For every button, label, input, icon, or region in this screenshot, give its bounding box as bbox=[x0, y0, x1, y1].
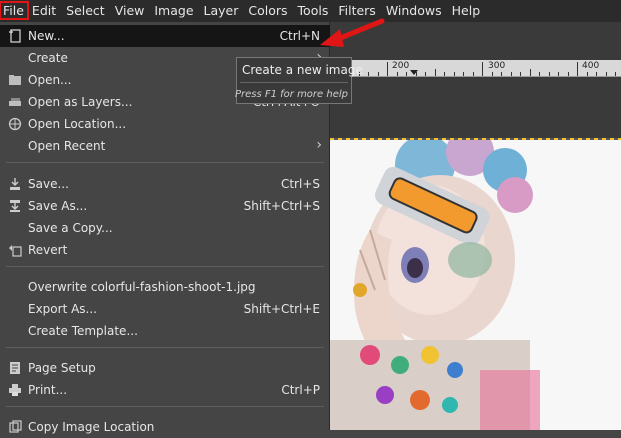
ruler-tick bbox=[444, 72, 445, 76]
ruler-tick bbox=[501, 72, 502, 76]
save-icon bbox=[8, 177, 22, 191]
save-as-icon bbox=[8, 199, 22, 213]
menu-colors[interactable]: Colors bbox=[243, 0, 292, 22]
menu-item-shortcut: Ctrl+S bbox=[280, 177, 320, 191]
menu-view[interactable]: View bbox=[110, 0, 150, 22]
ruler-tick bbox=[453, 72, 455, 76]
menu-item-label: Create bbox=[28, 51, 68, 65]
ruler-tick bbox=[586, 72, 588, 76]
menu-item-label: Page Setup bbox=[28, 361, 96, 375]
ruler-label: 400 bbox=[582, 61, 600, 71]
menu-select[interactable]: Select bbox=[61, 0, 110, 22]
ruler-tick bbox=[510, 72, 512, 76]
menu-item-copy-image-location[interactable]: Copy Image Location bbox=[0, 416, 330, 438]
menu-item-label: Open Recent bbox=[28, 139, 106, 153]
open-layers-icon bbox=[8, 95, 22, 109]
menu-layer[interactable]: Layer bbox=[199, 0, 244, 22]
menu-item-label: Revert bbox=[28, 243, 68, 257]
menu-item-open-recent[interactable]: Open Recent › bbox=[0, 135, 330, 157]
page-setup-icon bbox=[8, 361, 22, 375]
annotation-arrow-icon bbox=[320, 18, 385, 47]
ruler-label: 200 bbox=[392, 61, 410, 71]
revert-icon bbox=[8, 243, 22, 257]
menu-item-label: Save As... bbox=[28, 199, 88, 213]
horizontal-ruler[interactable]: 200 300 400 bbox=[330, 60, 621, 77]
new-image-icon bbox=[8, 29, 22, 43]
menu-item-shortcut: Ctrl+P bbox=[281, 383, 320, 397]
menu-item-label: Save a Copy... bbox=[28, 221, 113, 235]
ruler-tick bbox=[472, 72, 474, 76]
tooltip: Create a new image Press F1 for more hel… bbox=[234, 57, 363, 104]
menu-item-label: Open as Layers... bbox=[28, 95, 133, 109]
ruler-tick bbox=[529, 69, 531, 76]
menu-item-label: Print... bbox=[28, 383, 68, 397]
menu-item-page-setup[interactable]: Page Setup bbox=[0, 357, 330, 379]
menu-item-shortcut: Shift+Ctrl+S bbox=[243, 199, 320, 213]
menu-separator bbox=[6, 347, 324, 348]
tooltip-title: Create a new image bbox=[242, 63, 363, 77]
menu-item-label: Export As... bbox=[28, 302, 97, 316]
menu-separator bbox=[6, 162, 324, 163]
ruler-tick bbox=[463, 72, 464, 76]
ruler-tick bbox=[539, 72, 540, 76]
ruler-tick bbox=[558, 72, 559, 76]
ruler-tick bbox=[520, 72, 521, 76]
tooltip-divider bbox=[240, 82, 348, 83]
chevron-right-icon: › bbox=[316, 137, 322, 153]
ruler-tick bbox=[491, 72, 493, 76]
menu-item-open-location[interactable]: Open Location... bbox=[0, 113, 330, 135]
ruler-tick bbox=[387, 62, 388, 76]
ruler-tick bbox=[368, 72, 369, 76]
menu-item-overwrite[interactable]: Overwrite colorful-fashion-shoot-1.jpg bbox=[0, 276, 330, 298]
menu-item-export-as[interactable]: Export As... Shift+Ctrl+E bbox=[0, 298, 330, 320]
menu-item-save-a-copy[interactable]: Save a Copy... bbox=[0, 217, 330, 239]
menu-windows[interactable]: Windows bbox=[381, 0, 447, 22]
menu-item-label: Copy Image Location bbox=[28, 420, 155, 434]
menu-item-label: Open Location... bbox=[28, 117, 127, 131]
ruler-tick bbox=[482, 62, 483, 76]
ruler-tick bbox=[577, 62, 578, 76]
menu-item-label: Overwrite colorful-fashion-shoot-1.jpg bbox=[28, 280, 256, 294]
menu-edit[interactable]: Edit bbox=[27, 0, 61, 22]
menu-image[interactable]: Image bbox=[149, 0, 198, 22]
menu-file[interactable]: File bbox=[0, 0, 29, 22]
menu-item-shortcut: Shift+Ctrl+E bbox=[243, 302, 320, 316]
copy-location-icon bbox=[8, 420, 22, 434]
ruler-tick bbox=[615, 72, 616, 76]
ruler-tick bbox=[605, 72, 607, 76]
ruler-label: 300 bbox=[488, 61, 506, 71]
menu-item-label: New... bbox=[28, 29, 65, 43]
menu-separator bbox=[6, 266, 324, 267]
ruler-tick bbox=[596, 72, 597, 76]
canvas-image[interactable] bbox=[330, 140, 621, 430]
fashion-portrait-image bbox=[330, 140, 621, 430]
menu-item-save-as[interactable]: Save As... Shift+Ctrl+S bbox=[0, 195, 330, 217]
ruler-tick bbox=[396, 72, 398, 76]
menu-item-revert[interactable]: Revert bbox=[0, 239, 330, 261]
tooltip-hint: Press F1 for more help bbox=[234, 89, 348, 100]
menu-item-create-template[interactable]: Create Template... bbox=[0, 320, 330, 342]
ruler-tick bbox=[567, 72, 569, 76]
menu-item-label: Save... bbox=[28, 177, 69, 191]
menu-separator bbox=[6, 406, 324, 407]
ruler-position-marker bbox=[410, 70, 418, 75]
ruler-tick bbox=[434, 69, 436, 76]
ruler-tick bbox=[406, 72, 407, 76]
ruler-tick bbox=[548, 72, 550, 76]
print-icon bbox=[8, 383, 22, 397]
ruler-tick bbox=[377, 72, 379, 76]
menu-item-print[interactable]: Print... Ctrl+P bbox=[0, 379, 330, 401]
ruler-tick bbox=[415, 72, 417, 76]
ruler-tick bbox=[425, 72, 426, 76]
menu-item-new[interactable]: New... Ctrl+N bbox=[0, 25, 330, 47]
menu-help[interactable]: Help bbox=[447, 0, 486, 22]
menu-item-label: Create Template... bbox=[28, 324, 138, 338]
open-location-icon bbox=[8, 117, 22, 131]
open-icon bbox=[8, 73, 22, 87]
menu-item-label: Open... bbox=[28, 73, 72, 87]
menu-item-save[interactable]: Save... Ctrl+S bbox=[0, 173, 330, 195]
